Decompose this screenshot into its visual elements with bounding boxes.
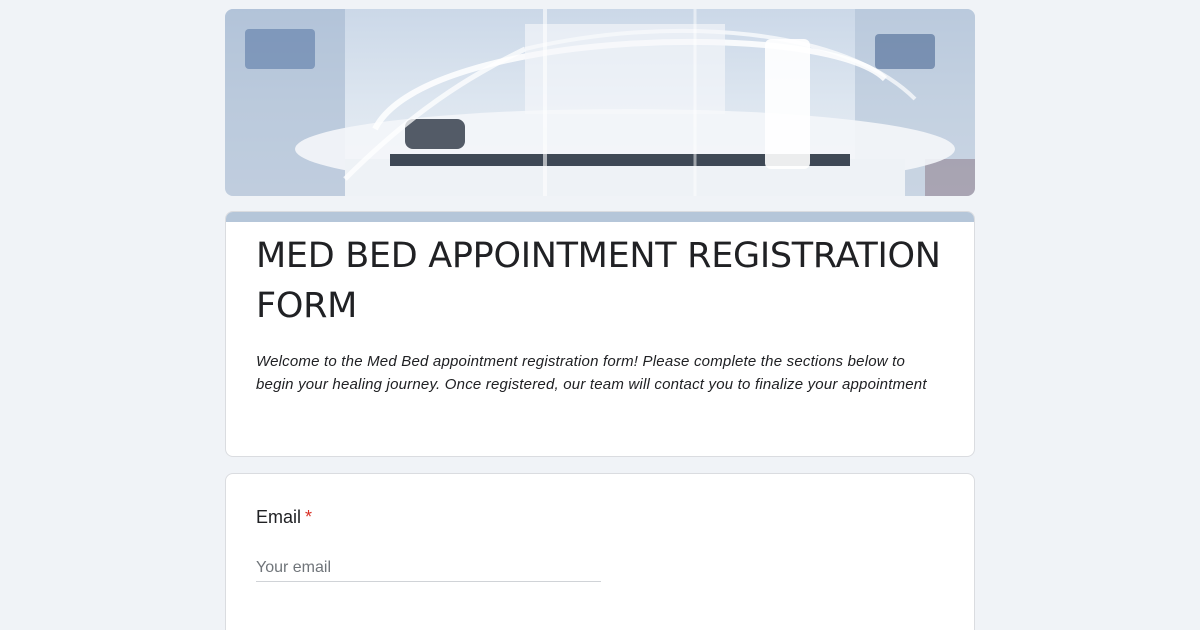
- form-description: Welcome to the Med Bed appointment regis…: [256, 353, 927, 393]
- card-accent-bar: [226, 212, 974, 222]
- header-banner-image: [225, 9, 975, 196]
- form-page: MED BED APPOINTMENT REGISTRATION FORM We…: [0, 0, 1200, 630]
- question-card-email: Email *: [225, 473, 975, 630]
- question-title: Email *: [256, 504, 944, 530]
- question-label: Email: [256, 507, 302, 527]
- email-input-wrapper: [256, 559, 601, 582]
- form-header-card: MED BED APPOINTMENT REGISTRATION FORM We…: [225, 211, 975, 457]
- medical-bed-image: [225, 9, 975, 196]
- required-asterisk: *: [305, 507, 313, 527]
- email-field[interactable]: [256, 559, 601, 577]
- form-title: MED BED APPOINTMENT REGISTRATION FORM: [256, 236, 941, 326]
- form-column: MED BED APPOINTMENT REGISTRATION FORM We…: [225, 9, 975, 630]
